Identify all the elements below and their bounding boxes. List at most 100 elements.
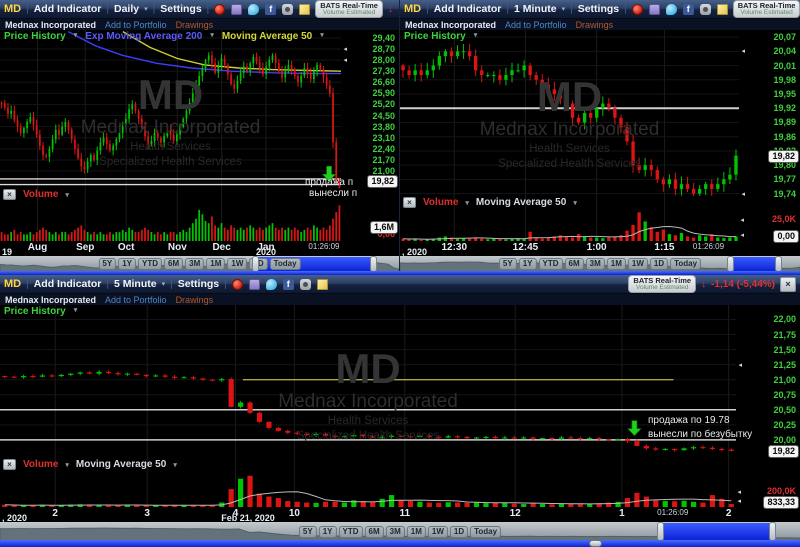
range-button-1w[interactable]: 1W — [627, 258, 648, 270]
chevron-down-icon[interactable]: ▾ — [173, 461, 177, 469]
cube-icon[interactable] — [248, 278, 260, 290]
range-button-5y[interactable]: 5Y — [298, 525, 317, 538]
volume-chart[interactable]: × Volume ▾ Moving Average 50 ▾ 25,0K ◂ 0,00 ◂ — [400, 196, 800, 243]
range-button-6m[interactable]: 6M — [364, 525, 384, 538]
range-button-3m[interactable]: 3M — [385, 525, 405, 538]
range-button-today[interactable]: Today — [269, 258, 301, 270]
range-button-3m[interactable]: 3M — [585, 258, 605, 270]
period-dropdown[interactable]: Daily — [114, 3, 139, 15]
chevron-down-icon[interactable]: ▾ — [320, 31, 324, 42]
legend-item[interactable]: Moving Average 50 — [222, 31, 312, 42]
settings-button[interactable]: Settings — [160, 3, 201, 15]
chevron-down-icon[interactable]: ▾ — [74, 31, 78, 42]
range-button-1y[interactable]: 1Y — [118, 258, 137, 270]
visible-range[interactable] — [660, 523, 772, 540]
volume-legend-item[interactable]: Moving Average 50 — [76, 459, 166, 470]
range-button-1m[interactable]: 1M — [606, 258, 626, 270]
settings-button[interactable]: Settings — [178, 278, 219, 290]
range-button-1m[interactable]: 1M — [206, 258, 226, 270]
legend-item[interactable]: Price History — [4, 306, 66, 317]
legend-item[interactable]: Exp Moving Average 200 — [85, 31, 202, 42]
chevron-down-icon[interactable]: ▾ — [65, 461, 69, 469]
facebook-icon[interactable]: f — [682, 3, 694, 15]
range-handle[interactable] — [775, 256, 782, 271]
alarm-icon[interactable] — [214, 3, 226, 15]
range-button-ytd[interactable]: YTD — [338, 525, 363, 538]
cube-icon[interactable] — [648, 3, 660, 15]
price-svg[interactable] — [0, 305, 736, 458]
facebook-icon[interactable]: f — [282, 278, 294, 290]
period-dropdown[interactable]: 5 Minute — [114, 278, 157, 290]
range-button-1y[interactable]: 1Y — [318, 525, 337, 538]
chevron-down-icon[interactable]: ▾ — [162, 280, 166, 288]
note-icon[interactable] — [299, 3, 311, 15]
close-indicator-button[interactable]: × — [3, 189, 16, 200]
chevron-down-icon[interactable]: ▾ — [474, 31, 478, 42]
alarm-icon[interactable] — [631, 3, 643, 15]
range-handle[interactable] — [370, 256, 378, 271]
period-dropdown[interactable]: 1 Minute — [514, 3, 557, 15]
chevron-down-icon[interactable]: ▾ — [144, 5, 148, 13]
range-button-1y[interactable]: 1Y — [518, 258, 537, 270]
range-button-1w[interactable]: 1W — [227, 258, 248, 270]
add-to-portfolio-link[interactable]: Add to Portfolio — [105, 295, 167, 305]
range-button-today[interactable]: Today — [670, 258, 702, 270]
cube-icon[interactable] — [231, 3, 243, 15]
range-button-5y[interactable]: 5Y — [98, 258, 117, 270]
price-chart[interactable]: MD Mednax Incorporated Health Services Spec… — [0, 305, 800, 458]
range-scrollbar[interactable]: 5Y1YYTD6M3M1M1W1DToday — [400, 256, 800, 271]
range-button-1d[interactable]: 1D — [449, 525, 469, 538]
camera-icon[interactable] — [699, 3, 711, 15]
visible-range[interactable] — [730, 257, 778, 271]
chevron-down-icon[interactable]: ▾ — [465, 199, 469, 207]
drawings-link[interactable]: Drawings — [176, 20, 214, 30]
drawings-link[interactable]: Drawings — [576, 20, 614, 30]
price-svg[interactable] — [400, 30, 739, 196]
range-scrollbar[interactable]: 5Y1YYTD6M3M1M1W1DToday — [0, 256, 399, 271]
range-button-today[interactable]: Today — [470, 525, 502, 538]
chevron-down-icon[interactable]: ▾ — [74, 306, 78, 317]
add-indicator-button[interactable]: Add Indicator — [34, 278, 102, 290]
range-handle[interactable] — [252, 256, 260, 271]
range-button-6m[interactable]: 6M — [164, 258, 184, 270]
range-button-ytd[interactable]: YTD — [138, 258, 163, 270]
volume-legend-item[interactable]: Volume — [23, 459, 58, 470]
range-button-1d[interactable]: 1D — [649, 258, 669, 270]
drawings-link[interactable]: Drawings — [176, 295, 214, 305]
legend-item[interactable]: Price History — [4, 31, 66, 42]
page-hscrollbar[interactable] — [0, 540, 800, 547]
twitter-icon[interactable] — [665, 3, 677, 15]
volume-legend-item[interactable]: Volume — [23, 189, 58, 200]
range-button-ytd[interactable]: YTD — [538, 258, 563, 270]
range-button-6m[interactable]: 6M — [564, 258, 584, 270]
close-indicator-button[interactable]: × — [3, 459, 16, 470]
range-button-1w[interactable]: 1W — [427, 525, 448, 538]
chevron-down-icon[interactable]: ▾ — [562, 5, 566, 13]
range-button-5y[interactable]: 5Y — [498, 258, 517, 270]
range-handle[interactable] — [727, 256, 734, 271]
volume-legend-item[interactable]: Volume — [423, 197, 458, 208]
add-indicator-button[interactable]: Add Indicator — [34, 3, 102, 15]
chevron-down-icon[interactable]: ▾ — [65, 191, 69, 199]
range-scrollbar[interactable]: 5Y1YYTD6M3M1M1W1DToday — [0, 522, 800, 540]
settings-button[interactable]: Settings — [578, 3, 619, 15]
camera-icon[interactable] — [299, 278, 311, 290]
volume-chart[interactable]: ×Volume▾Moving Average 50▾200,0K◂100,0K8… — [0, 458, 800, 509]
price-svg[interactable] — [0, 30, 341, 188]
facebook-icon[interactable]: f — [265, 3, 277, 15]
price-chart[interactable]: MD Mednax Incorporated Health Services Spec… — [400, 30, 800, 198]
add-to-portfolio-link[interactable]: Add to Portfolio — [105, 20, 167, 30]
scroll-handle[interactable] — [589, 540, 602, 547]
close-panel-button[interactable]: × — [780, 276, 796, 292]
range-button-1m[interactable]: 1M — [406, 525, 426, 538]
note-icon[interactable] — [716, 3, 728, 15]
legend-item[interactable]: Price History — [404, 31, 466, 42]
add-indicator-button[interactable]: Add Indicator — [434, 3, 502, 15]
chevron-down-icon[interactable]: ▾ — [573, 199, 577, 207]
range-handle[interactable] — [769, 522, 776, 540]
price-chart[interactable]: MD Mednax Incorporated Health Services Spec… — [0, 30, 399, 199]
note-icon[interactable] — [316, 278, 328, 290]
close-indicator-button[interactable]: × — [403, 197, 416, 208]
camera-icon[interactable] — [282, 3, 294, 15]
range-handle[interactable] — [657, 522, 664, 540]
